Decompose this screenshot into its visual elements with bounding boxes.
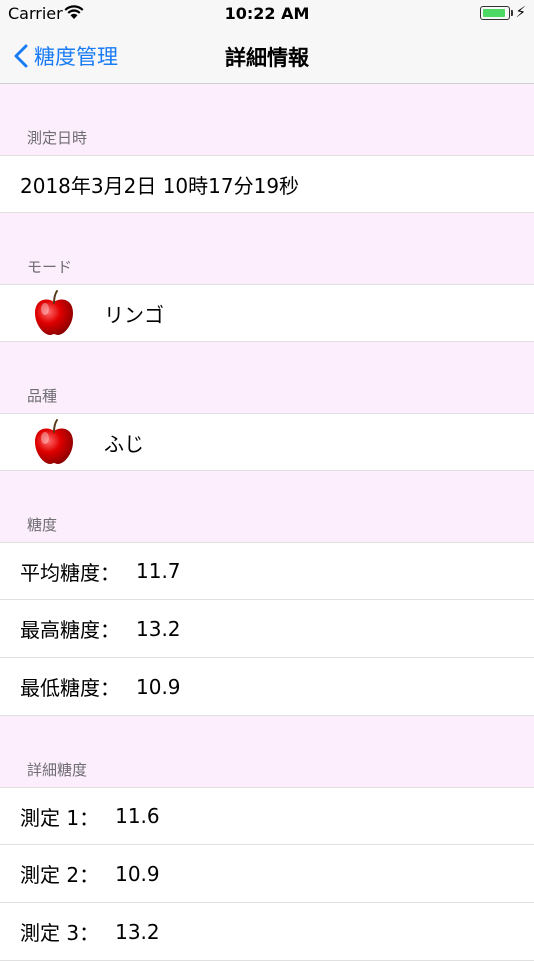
clock: 10:22 AM bbox=[224, 4, 310, 23]
battery-fill bbox=[483, 9, 505, 17]
apple-icon bbox=[35, 290, 73, 335]
navigation-bar: 糖度管理 詳細情報 bbox=[0, 30, 534, 84]
datetime-cell: 2018年3月2日 10時17分19秒 bbox=[0, 155, 534, 213]
sugar-row-min: 最低糖度： 10.9 bbox=[0, 658, 534, 716]
detail-row-2: 測定 2： 10.9 bbox=[0, 845, 534, 903]
datetime-value: 2018年3月2日 10時17分19秒 bbox=[20, 173, 300, 198]
variety-cell: ふじ bbox=[0, 413, 534, 471]
sugar-label: 平均糖度： bbox=[20, 560, 120, 585]
battery-icon bbox=[480, 6, 513, 20]
section-header-mode: モード bbox=[27, 258, 73, 276]
sugar-value: 13.2 bbox=[136, 616, 181, 641]
measurement-value: 11.6 bbox=[115, 804, 160, 828]
measurement-value: 10.9 bbox=[115, 861, 160, 886]
page-title: 詳細情報 bbox=[225, 46, 309, 70]
detail-list: 測定日時 2018年3月2日 10時17分19秒 モード リンゴ 品種 ふじ 糖… bbox=[0, 84, 534, 961]
status-bar: Carrier 10:22 AM ⚡ bbox=[0, 0, 534, 30]
variety-value: ふじ bbox=[104, 431, 144, 456]
section-header-variety: 品種 bbox=[27, 387, 58, 405]
section-header-detail: 詳細糖度 bbox=[27, 761, 88, 779]
sugar-row-max: 最高糖度： 13.2 bbox=[0, 600, 534, 658]
battery-nub bbox=[511, 10, 513, 16]
charging-bolt-icon: ⚡ bbox=[515, 3, 526, 21]
measurement-label: 測定 1： bbox=[20, 805, 100, 830]
sugar-row-average: 平均糖度： 11.7 bbox=[0, 542, 534, 600]
sugar-label: 最低糖度： bbox=[20, 676, 120, 700]
measurement-label: 測定 3： bbox=[20, 921, 100, 945]
sugar-label: 最高糖度： bbox=[20, 618, 120, 642]
section-header-sugar: 糖度 bbox=[27, 516, 58, 534]
apple-icon bbox=[35, 419, 73, 464]
detail-row-3: 測定 3： 13.2 bbox=[0, 903, 534, 961]
measurement-value: 13.2 bbox=[115, 919, 160, 944]
section-header-datetime: 測定日時 bbox=[27, 129, 88, 147]
sugar-value: 10.9 bbox=[136, 674, 181, 699]
detail-row-1: 測定 1： 11.6 bbox=[0, 787, 534, 845]
mode-cell: リンゴ bbox=[0, 284, 534, 342]
sugar-value: 11.7 bbox=[136, 559, 181, 583]
mode-value: リンゴ bbox=[104, 302, 164, 327]
measurement-label: 測定 2： bbox=[20, 863, 100, 887]
